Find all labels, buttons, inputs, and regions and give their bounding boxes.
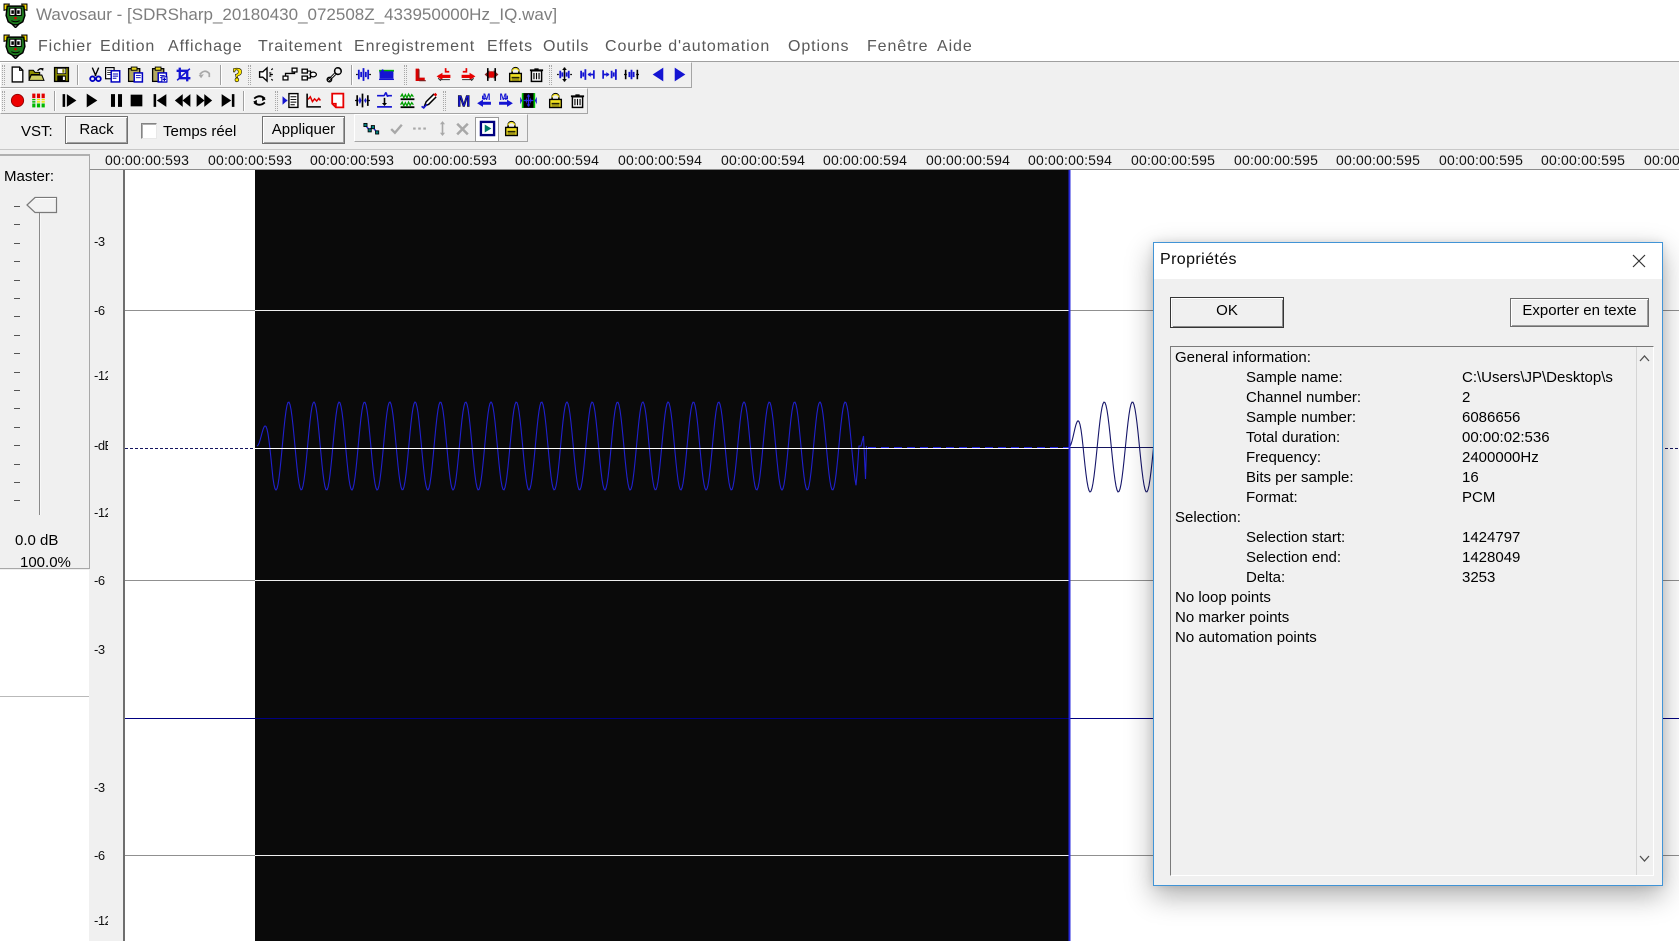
svg-text:M: M (483, 92, 491, 102)
svg-text:?: ? (232, 66, 242, 83)
svg-text:M: M (457, 93, 470, 109)
svg-text:M: M (500, 92, 508, 102)
